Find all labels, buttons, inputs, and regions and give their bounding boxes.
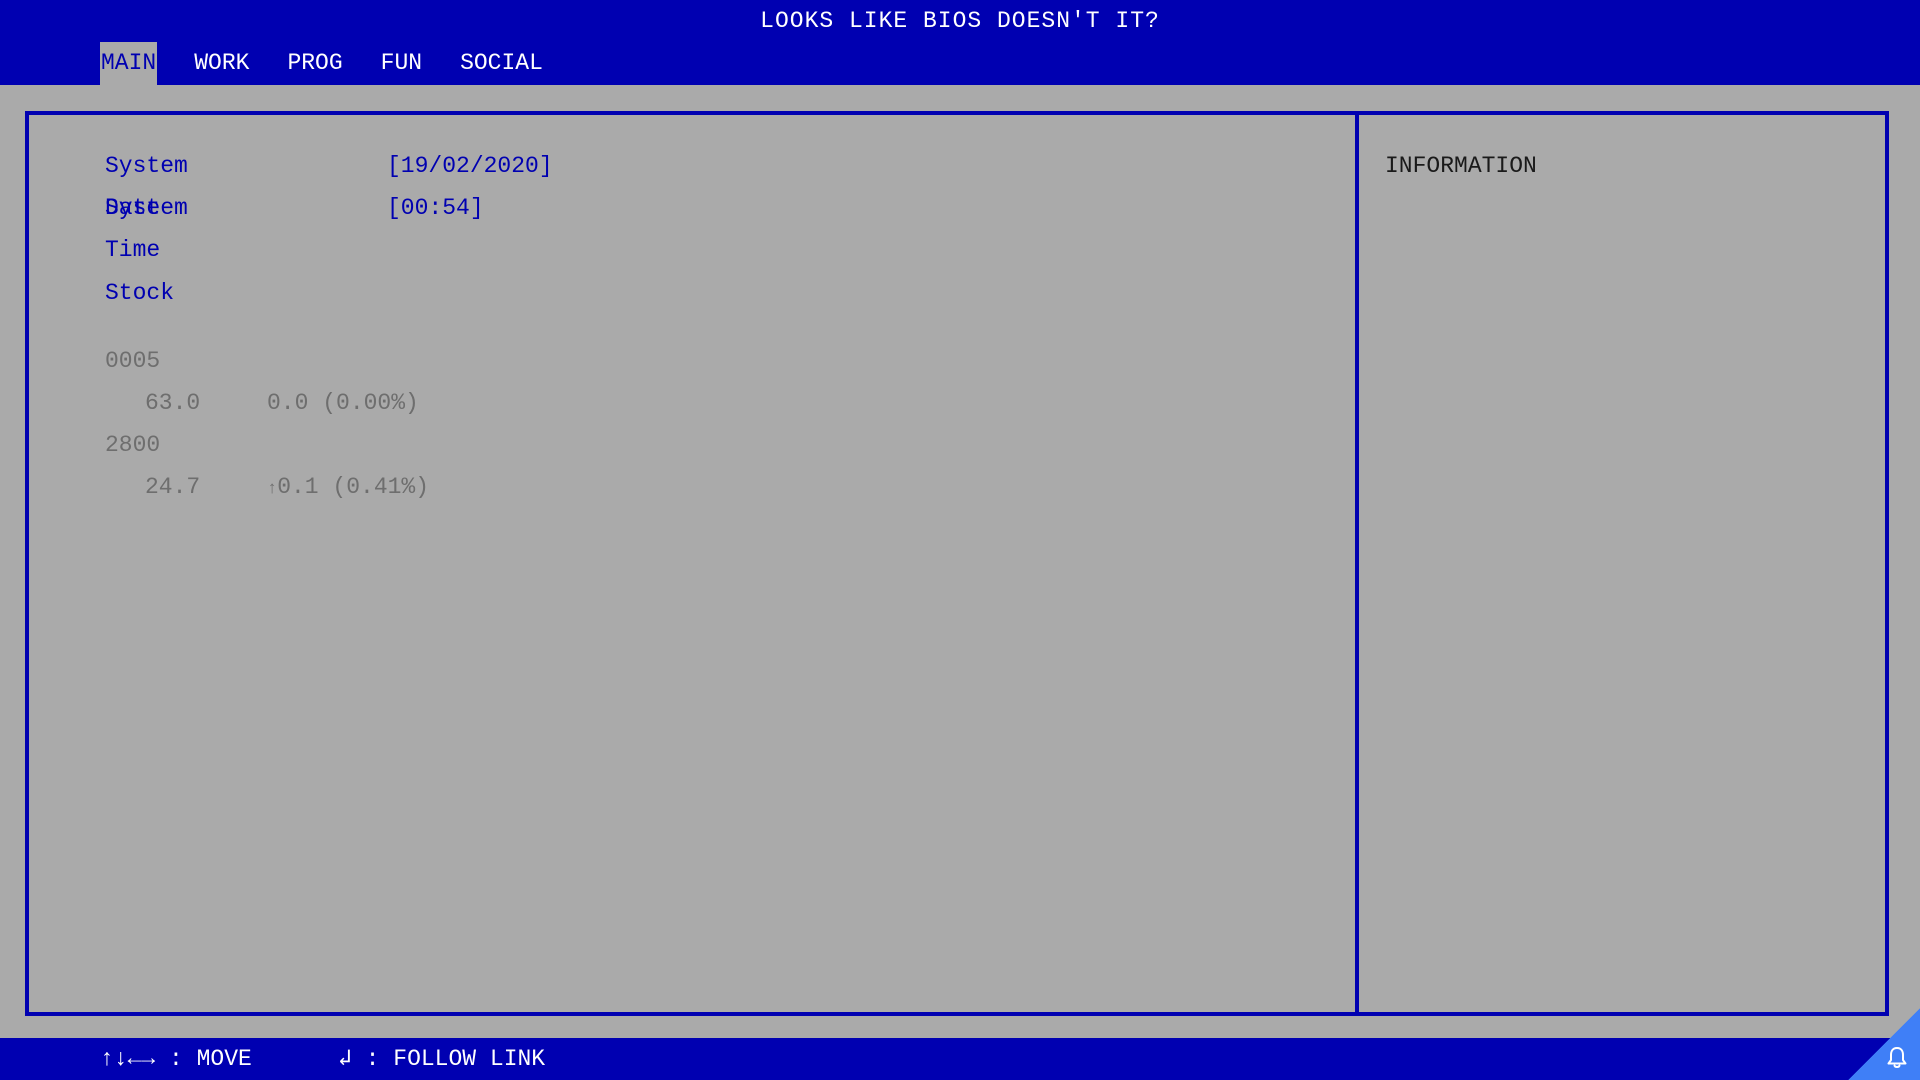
stock-code[interactable]: 0005: [105, 340, 160, 382]
stock-change: ↑0.1 (0.41%): [267, 466, 429, 511]
header-bar: LOOKS LIKE BIOS DOESN'T IT? MAIN WORK PR…: [0, 0, 1920, 85]
stock-price: 63.0: [145, 390, 201, 416]
panel-divider: [1355, 115, 1359, 1012]
system-date-value[interactable]: [19/02/2020]: [387, 145, 553, 187]
follow-link-label: : FOLLOW LINK: [365, 1046, 546, 1072]
stock-price: 24.7: [145, 474, 201, 500]
tab-prog[interactable]: PROG: [286, 42, 343, 85]
move-hint: ↑↓←→ : MOVE: [100, 1046, 252, 1072]
page-title: LOOKS LIKE BIOS DOESN'T IT?: [760, 8, 1160, 34]
arrow-up-icon: ↑: [267, 480, 278, 499]
stock-change: 0.0 (0.00%): [267, 382, 419, 427]
footer-bar: ↑↓←→ : MOVE ↲ : FOLLOW LINK: [0, 1008, 1920, 1080]
information-title: INFORMATION: [1385, 153, 1537, 179]
stock-quote: 24.7 ↑0.1 (0.41%): [105, 466, 429, 508]
stock-list: 0005 63.0 0.0 (0.00%) 2800 24.7 ↑0.1 (0.…: [105, 340, 429, 508]
notification-corner-button[interactable]: [1848, 1008, 1920, 1080]
tab-work[interactable]: WORK: [193, 42, 250, 85]
tab-social[interactable]: SOCIAL: [459, 42, 544, 85]
enter-key-icon: ↲: [338, 1046, 352, 1072]
stock-change-value: 0.1 (0.41%): [277, 474, 430, 500]
tab-bar: MAIN WORK PROG FUN SOCIAL: [100, 42, 580, 86]
stock-section-title: Stock: [105, 280, 175, 306]
tab-fun[interactable]: FUN: [380, 42, 423, 85]
system-time-label[interactable]: System Time: [105, 187, 188, 271]
main-panel: System Date [19/02/2020] System Time [00…: [25, 111, 1889, 1016]
follow-link-hint: ↲ : FOLLOW LINK: [338, 1038, 545, 1080]
bell-icon: [1887, 1047, 1907, 1068]
stock-quote: 63.0 0.0 (0.00%): [105, 382, 419, 424]
system-time-value[interactable]: [00:54]: [387, 187, 484, 229]
stock-change-value: 0.0 (0.00%): [267, 390, 419, 416]
tab-main[interactable]: MAIN: [100, 42, 158, 85]
stock-code[interactable]: 2800: [105, 424, 160, 466]
